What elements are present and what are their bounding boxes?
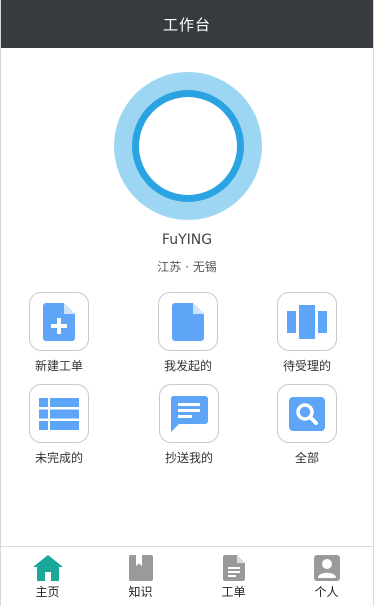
pending-acceptance-button[interactable]: 待受理的 — [259, 292, 355, 374]
unfinished-button[interactable]: 未完成的 — [11, 384, 107, 466]
pending-icon-box — [277, 292, 337, 351]
home-icon — [32, 555, 63, 581]
ticket-document-icon — [222, 555, 245, 581]
search-icon — [289, 396, 325, 431]
unfinished-label: 未完成的 — [34, 451, 83, 465]
person-icon — [313, 555, 340, 581]
pending-label: 待受理的 — [282, 359, 331, 373]
tab-profile-label: 个人 — [314, 585, 339, 599]
header-bar: 工作台 — [1, 0, 373, 48]
new-ticket-button[interactable]: 新建工单 — [11, 292, 107, 374]
tab-home-label: 主页 — [35, 585, 60, 599]
all-button[interactable]: 全部 — [259, 384, 355, 466]
avatar[interactable] — [114, 72, 262, 220]
all-label: 全部 — [294, 451, 319, 465]
bottom-tab-bar: 主页 知识 工单 个人 — [1, 546, 373, 606]
user-name: FuYING — [161, 232, 213, 248]
tab-home[interactable]: 主页 — [1, 547, 94, 606]
list-icon — [39, 397, 79, 430]
bookmark-book-icon — [128, 555, 153, 581]
message-icon — [170, 395, 208, 432]
carousel-icon — [287, 304, 327, 339]
initiated-by-me-button[interactable]: 我发起的 — [140, 292, 236, 374]
tab-knowledge[interactable]: 知识 — [94, 547, 187, 606]
cc-icon-box — [159, 384, 219, 443]
unfinished-icon-box — [29, 384, 89, 443]
avatar-center — [139, 97, 237, 195]
avatar-ring-blue — [132, 90, 244, 202]
cc-to-me-button[interactable]: 抄送我的 — [141, 384, 237, 466]
page-title: 工作台 — [162, 15, 211, 34]
user-location: 江苏 · 无锡 — [157, 260, 217, 274]
new-ticket-label: 新建工单 — [34, 359, 83, 373]
tab-profile[interactable]: 个人 — [280, 547, 373, 606]
all-icon-box — [277, 384, 337, 443]
initiated-icon-box — [158, 292, 218, 351]
document-icon — [172, 302, 204, 341]
initiated-label: 我发起的 — [163, 359, 212, 373]
cc-label: 抄送我的 — [164, 451, 213, 465]
tab-ticket[interactable]: 工单 — [187, 547, 280, 606]
tab-knowledge-label: 知识 — [128, 585, 153, 599]
new-document-icon — [43, 302, 75, 341]
tab-ticket-label: 工单 — [221, 585, 246, 599]
new-ticket-icon-box — [29, 292, 89, 351]
app-page: 工作台 FuYING 江苏 · 无锡 新建工单 我发起的 待受理的 未完成的 抄… — [0, 0, 374, 606]
